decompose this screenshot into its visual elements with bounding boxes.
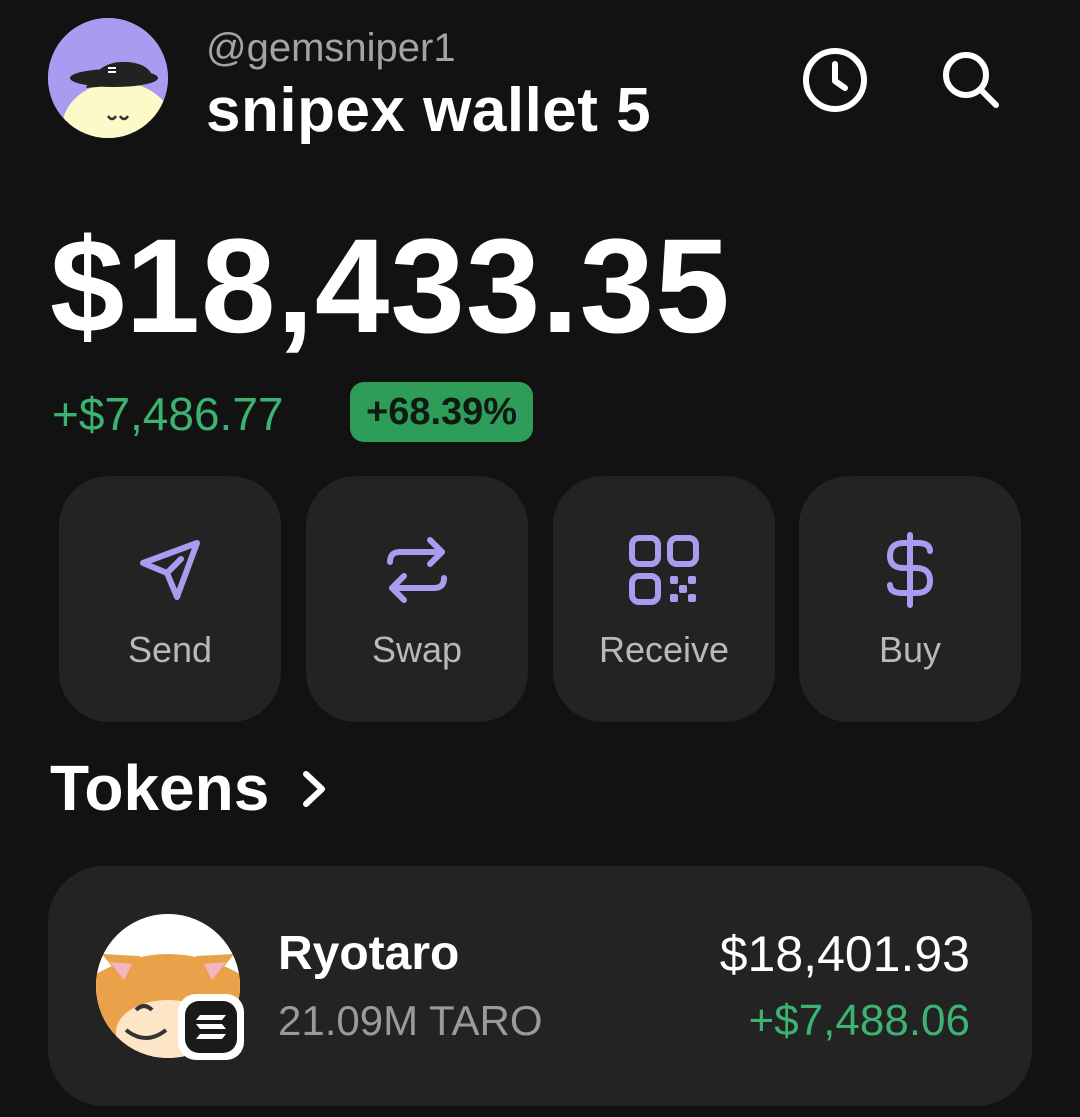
wallet-screen: @gemsniper1 snipex wallet 5 $18,433.35 +…	[0, 0, 1080, 1117]
search-button[interactable]	[936, 45, 1006, 115]
send-label: Send	[127, 629, 213, 670]
history-button[interactable]	[800, 45, 870, 115]
token-quantity: 21.09M TARO	[278, 997, 543, 1044]
send-icon	[140, 540, 200, 600]
total-balance: $18,433.35	[50, 212, 731, 361]
dollar-icon	[886, 532, 934, 608]
send-button[interactable]: Send	[59, 476, 281, 722]
swap-label: Swap	[371, 629, 463, 670]
swap-icon	[387, 537, 447, 603]
receive-button[interactable]: Receive	[553, 476, 775, 722]
token-value: $18,401.93	[719, 926, 970, 982]
token-name: Ryotaro	[278, 927, 460, 980]
balance-change-amount: +$7,486.77	[52, 388, 284, 440]
buy-button[interactable]: Buy	[799, 476, 1021, 722]
avatar[interactable]	[48, 18, 168, 138]
token-change: +$7,488.06	[748, 996, 970, 1045]
token-row[interactable]: Ryotaro 21.09M TARO $18,401.93 +$7,488.0…	[48, 866, 1032, 1106]
swap-button[interactable]: Swap	[306, 476, 528, 722]
wallet-name[interactable]: snipex wallet 5	[206, 76, 651, 146]
chain-badge	[178, 994, 244, 1060]
tokens-section-title[interactable]: Tokens	[50, 752, 269, 824]
clock-icon	[803, 48, 867, 112]
cartoon-avatar-icon	[48, 18, 168, 138]
qr-code-icon	[629, 535, 699, 605]
search-icon	[943, 52, 999, 108]
solana-icon	[196, 1015, 226, 1039]
buy-label: Buy	[878, 629, 942, 670]
chevron-right-icon[interactable]	[296, 766, 332, 812]
receive-label: Receive	[598, 629, 730, 670]
balance-change-percent-badge: +68.39%	[350, 382, 534, 442]
username-handle: @gemsniper1	[206, 26, 456, 70]
